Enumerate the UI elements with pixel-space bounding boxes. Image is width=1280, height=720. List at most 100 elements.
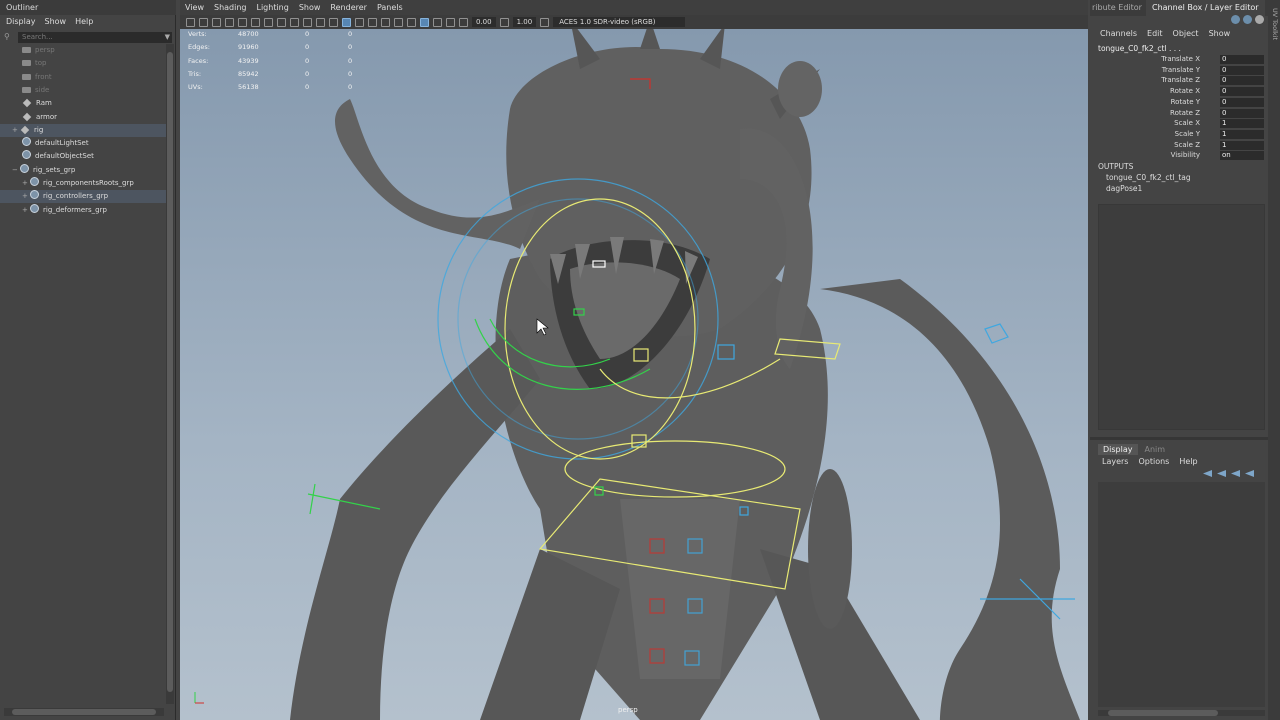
attribute-value-field[interactable]: 1 [1220,140,1264,150]
right-panel-scrollbar[interactable] [1098,710,1265,716]
wireframe-icon[interactable] [329,17,338,27]
pin-icon[interactable] [1255,15,1264,24]
grid-icon[interactable] [238,17,247,27]
menu-lighting[interactable]: Lighting [256,3,288,15]
wireframe-on-shaded-icon[interactable] [355,17,364,27]
new-layer-icon[interactable] [1231,470,1240,477]
outliner-item[interactable]: + rig [0,123,166,137]
chevron-down-icon[interactable]: ▼ [165,33,170,41]
image-plane-icon[interactable] [225,17,234,27]
attribute-value-field[interactable]: 0 [1220,55,1264,64]
attribute-row[interactable]: Translate X 0 [1090,55,1268,66]
new-layer-selected-icon[interactable] [1245,470,1254,477]
attribute-value-field[interactable]: on [1220,151,1264,161]
attribute-label[interactable]: Translate Z [1161,76,1200,84]
resolution-gate-icon[interactable] [264,17,273,27]
menu-help[interactable]: Help [1179,457,1197,466]
safe-action-icon[interactable] [303,17,312,27]
outliner-item[interactable]: armor [0,111,166,124]
filter-icon[interactable]: ⚲ [4,32,10,41]
attribute-row[interactable]: Scale X 1 [1090,119,1268,130]
menu-edit[interactable]: Edit [1147,29,1163,38]
exposure-field[interactable]: 0.00 [472,17,496,27]
output-node[interactable]: tongue_C0_fk2_ctl_tag [1106,173,1191,182]
menu-show[interactable]: Show [1209,29,1231,38]
outliner-menu-display[interactable]: Display [6,17,36,28]
tab-channel-box[interactable]: Channel Box / Layer Editor [1146,0,1265,16]
attribute-label[interactable]: Visibility [1171,151,1200,159]
expand-toggle-icon[interactable]: + [12,124,20,137]
field-chart-icon[interactable] [290,17,299,27]
attribute-row[interactable]: Visibility on [1090,151,1268,162]
gamma-icon[interactable] [499,17,509,27]
outliner-vertical-scrollbar[interactable] [166,44,174,704]
attribute-value-field[interactable]: 0 [1220,87,1264,97]
attribute-value-field[interactable]: 1 [1220,119,1264,129]
attribute-row[interactable]: Rotate X 0 [1090,87,1268,98]
outliner-menu-show[interactable]: Show [45,17,67,28]
isolate-select-icon[interactable] [420,17,429,27]
outliner-item[interactable]: + rig_deformers_grp [0,203,166,217]
move-layer-up-icon[interactable] [1203,470,1212,477]
attribute-label[interactable]: Rotate Z [1170,109,1200,117]
exposure-icon[interactable] [459,17,468,27]
outliner-item[interactable]: persp [0,44,166,57]
output-node[interactable]: dagPose1 [1106,184,1142,193]
menu-renderer[interactable]: Renderer [330,3,367,15]
move-layer-down-icon[interactable] [1217,470,1226,477]
outliner-search-input[interactable]: Search... ▼ [18,32,172,43]
xray-icon[interactable] [433,17,442,27]
attribute-row[interactable]: Scale Z 1 [1090,140,1268,152]
attribute-row[interactable]: Translate Z 0 [1090,76,1268,87]
attribute-label[interactable]: Translate X [1161,55,1200,63]
attribute-label[interactable]: Scale Z [1174,141,1200,149]
key-icon[interactable] [1231,15,1240,24]
menu-show[interactable]: Show [299,3,321,15]
menu-shading[interactable]: Shading [214,3,247,15]
attribute-label[interactable]: Scale Y [1175,130,1200,138]
safe-title-icon[interactable] [316,17,325,27]
color-space-dropdown[interactable]: ACES 1.0 SDR-video (sRGB) [553,17,686,27]
lights-icon[interactable] [381,17,390,27]
outliner-item[interactable]: front [0,71,166,84]
attribute-row[interactable]: Translate Y 0 [1090,65,1268,77]
attribute-label[interactable]: Scale X [1174,119,1200,127]
gate-mask-icon[interactable] [277,17,286,27]
menu-channels[interactable]: Channels [1100,29,1137,38]
outliner-horizontal-scrollbar[interactable] [4,708,164,716]
menu-layers[interactable]: Layers [1102,457,1128,466]
3d-scene[interactable]: Verts: 48700 0 0 Edges: 91960 0 0 Faces: 43939 0 0 T… [180,29,1088,720]
attribute-row[interactable]: Scale Y 1 [1090,129,1268,141]
attribute-value-field[interactable]: 0 [1220,65,1264,75]
attribute-label[interactable]: Rotate Y [1171,98,1200,106]
outliner-item[interactable]: + rig_controllers_grp [0,190,166,204]
globe-icon[interactable] [1243,15,1252,24]
expand-toggle-icon[interactable]: + [22,190,30,203]
attribute-label[interactable]: Rotate X [1170,87,1200,95]
attribute-value-field[interactable]: 0 [1220,108,1264,118]
selected-object-name[interactable]: tongue_C0_fk2_ctl . . . [1098,44,1181,53]
gamma-field[interactable]: 1.00 [512,17,537,27]
ambient-occlusion-icon[interactable] [407,17,416,27]
panel-splitter[interactable] [1090,437,1268,440]
shadows-icon[interactable] [394,17,403,27]
expand-toggle-icon[interactable]: + [22,177,30,190]
film-gate-icon[interactable] [251,17,260,27]
outliner-item[interactable]: side [0,84,166,97]
color-management-icon[interactable] [540,17,550,27]
bookmark-icon[interactable] [212,17,221,27]
outliner-item[interactable]: top [0,57,166,70]
attribute-label[interactable]: Translate Y [1162,66,1200,74]
attribute-value-field[interactable]: 0 [1220,76,1264,86]
textured-icon[interactable] [368,17,377,27]
outliner-item[interactable]: defaultObjectSet [0,150,166,163]
outliner-menu-help[interactable]: Help [75,17,93,28]
outliner-item[interactable]: + rig_componentsRoots_grp [0,177,166,190]
tab-attribute-editor[interactable]: ribute Editor [1092,3,1142,12]
camera-attributes-icon[interactable] [199,17,208,27]
attribute-row[interactable]: Rotate Z 0 [1090,108,1268,120]
attribute-value-field[interactable]: 1 [1220,129,1264,139]
select-camera-icon[interactable] [186,17,195,27]
outliner-item[interactable]: − rig_sets_grp [0,163,166,177]
outliner-item[interactable]: defaultLightSet [0,137,166,150]
